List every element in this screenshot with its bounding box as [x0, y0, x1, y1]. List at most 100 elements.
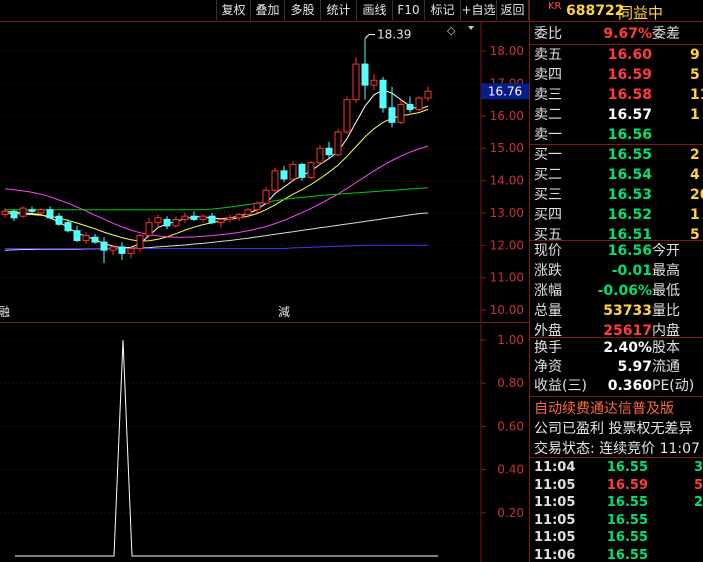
bid-row[interactable]: 买二 16.54 4 [530, 165, 703, 185]
candlestick[interactable] [406, 96, 414, 113]
weibi-row[interactable]: 委比 9.67% 委差 [530, 24, 703, 44]
stock-name[interactable]: 同益中 [618, 2, 663, 23]
candlestick[interactable] [325, 141, 333, 158]
candlestick[interactable] [145, 217, 153, 238]
candlestick[interactable] [136, 233, 144, 252]
bid-row-label: 买二 [534, 167, 562, 183]
ask-row-value: 16.58 [607, 87, 652, 103]
quote-row[interactable]: 涨幅 -0.06% 最低 [530, 281, 703, 301]
quote-row-label2: 最高 [652, 263, 680, 279]
candle-body-down [298, 163, 306, 178]
fin-row[interactable]: 收益(三) 0.360 PE(动) [530, 376, 703, 396]
candlestick[interactable] [253, 201, 261, 213]
candlestick[interactable] [10, 209, 18, 222]
indicator-chart[interactable]: 1.00 0.80 0.60 0.40 0.20 [0, 324, 529, 562]
bid-row[interactable]: 买四 16.52 1 [530, 205, 703, 225]
fin-row-label: 收益(三) [534, 378, 587, 394]
ask-row[interactable]: 卖四 16.59 5 [530, 65, 703, 85]
candlestick[interactable] [163, 216, 171, 230]
candlestick[interactable] [316, 144, 324, 165]
candlestick[interactable] [298, 162, 306, 181]
f10-button[interactable]: F10 [392, 0, 424, 20]
candlestick[interactable] [415, 96, 423, 112]
candlestick[interactable] [55, 212, 63, 226]
tick-row[interactable]: 11:05 16.55 2 [530, 494, 703, 512]
candlestick[interactable] [352, 57, 360, 103]
candlestick[interactable] [343, 96, 351, 134]
tick-row[interactable]: 11:05 16.59 5 [530, 477, 703, 495]
candlestick[interactable] [172, 216, 180, 228]
quote-row[interactable]: 现价 16.56 今开 [530, 241, 703, 261]
candlestick[interactable] [19, 206, 27, 218]
candlestick[interactable] [307, 161, 315, 179]
candlesticks[interactable] [1, 38, 432, 264]
ask-row[interactable]: 卖五 16.60 9 [530, 45, 703, 65]
candlestick[interactable] [397, 99, 405, 124]
add-watchlist-button[interactable]: +自选 [460, 0, 496, 20]
quote-row-label2: 今开 [652, 243, 680, 259]
quote-row[interactable]: 总量 53733 量比 [530, 301, 703, 321]
bid-row[interactable]: 买三 16.53 20 [530, 185, 703, 205]
candlestick[interactable] [235, 212, 243, 222]
event-marker-reduce[interactable]: 減 [278, 304, 290, 319]
candlestick[interactable] [199, 214, 207, 223]
candle-body-up [262, 189, 270, 204]
tick-row[interactable]: 11:05 16.55 [530, 529, 703, 547]
candlestick[interactable] [82, 232, 90, 244]
kline-chart-panel[interactable]: 18.0017.0016.0015.0014.0013.0012.0011.00… [0, 22, 529, 323]
candlestick[interactable] [73, 225, 81, 243]
news-line-1[interactable]: 自动续费通达信普及版 [534, 398, 674, 418]
quote-row[interactable]: 涨跌 -0.01 最高 [530, 261, 703, 281]
candlestick[interactable] [118, 242, 126, 260]
tick-time: 11:05 [534, 495, 576, 510]
tick-time: 11:05 [534, 477, 576, 493]
ask-row[interactable]: 卖一 16.56 [530, 125, 703, 145]
candlestick[interactable] [217, 217, 225, 228]
candlestick[interactable] [91, 233, 99, 244]
stock-code[interactable]: 688722 [566, 3, 624, 19]
mark-button[interactable]: 标记 [424, 0, 460, 20]
candlestick[interactable] [334, 128, 342, 157]
candlestick[interactable] [46, 206, 54, 220]
kline-chart[interactable]: 18.0017.0016.0015.0014.0013.0012.0011.00… [0, 22, 529, 323]
candlestick[interactable] [208, 212, 216, 225]
draw-line-button[interactable]: 画线 [356, 0, 392, 20]
candlestick[interactable] [289, 161, 297, 181]
candle-body-up [424, 90, 432, 99]
ask-row[interactable]: 卖二 16.57 1 [530, 105, 703, 125]
tick-row[interactable]: 11:06 16.55 [530, 547, 703, 562]
candlestick[interactable] [154, 214, 162, 228]
chart-menu-icon[interactable] [468, 26, 474, 30]
fuquan-button[interactable]: 复权 [216, 0, 250, 20]
candlestick[interactable] [424, 86, 432, 102]
fin-row[interactable]: 净资 5.97 流通 [530, 357, 703, 377]
candlestick[interactable] [226, 214, 234, 223]
candlestick[interactable] [262, 187, 270, 205]
multi-stock-button[interactable]: 多股 [284, 0, 320, 20]
candlestick[interactable] [271, 167, 279, 192]
candlestick[interactable] [280, 166, 288, 183]
candlestick[interactable] [109, 245, 117, 256]
news-line-2[interactable]: 公司已盈利 投票权无差异 [534, 418, 692, 438]
overlay-button[interactable]: 叠加 [250, 0, 284, 20]
bid-row-extra: 1 [690, 207, 700, 223]
bid-row[interactable]: 买一 16.55 2 [530, 145, 703, 165]
candlestick[interactable] [181, 212, 189, 223]
stats-button[interactable]: 统计 [320, 0, 356, 20]
candlestick[interactable] [370, 73, 378, 90]
event-marker-margin[interactable]: 融 [0, 305, 10, 319]
back-button[interactable]: 返回 [496, 0, 529, 20]
candlestick[interactable] [127, 246, 135, 259]
chart-settings-icon[interactable]: ◇ [447, 24, 456, 37]
candlestick[interactable] [100, 237, 108, 264]
fin-row[interactable]: 换手 2.40% 股本 [530, 338, 703, 358]
tick-row[interactable]: 11:04 16.55 3 [530, 459, 703, 477]
candlestick[interactable] [361, 38, 369, 100]
candlestick[interactable] [37, 208, 45, 215]
fin-row-value: 2.40% [603, 340, 652, 356]
indicator-panel[interactable]: 1.00 0.80 0.60 0.40 0.20 [0, 324, 529, 562]
ask-row[interactable]: 卖三 16.58 11 [530, 85, 703, 105]
candlestick[interactable] [379, 77, 387, 113]
tick-row[interactable]: 11:05 16.55 [530, 512, 703, 530]
candle-body-down [73, 230, 81, 241]
